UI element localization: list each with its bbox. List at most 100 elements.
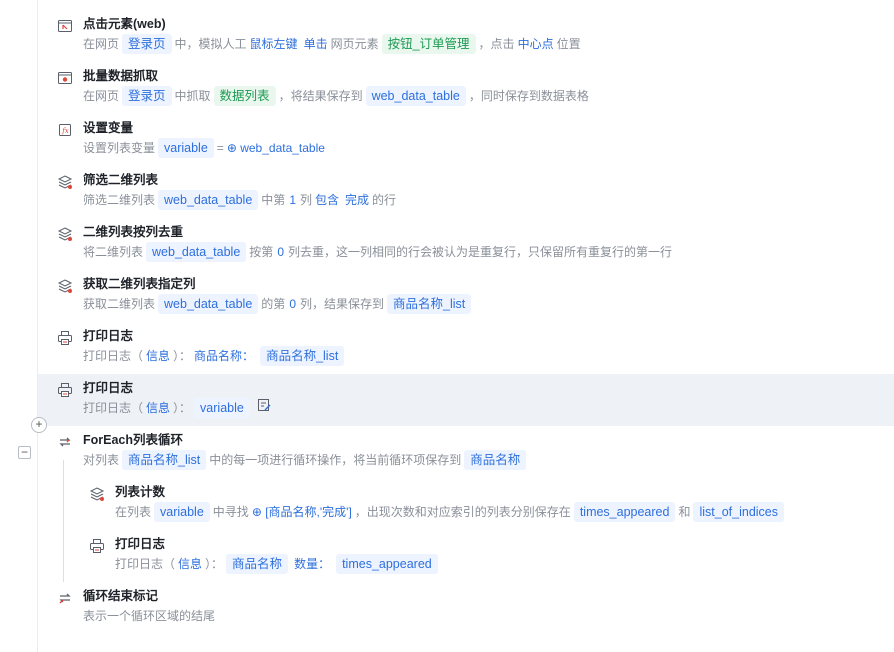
list-dedupe-icon xyxy=(57,226,73,242)
print-log-icon xyxy=(57,382,73,398)
param-keyword[interactable]: 信息 xyxy=(146,398,170,418)
step-title: 列表计数 xyxy=(115,485,166,499)
desc-text: 对列表 xyxy=(83,453,120,467)
variable-tag[interactable]: list_of_indices xyxy=(693,502,784,522)
flow-step[interactable]: ForEach列表循环 对列表 商品名称_list 中的每一项进行循环操作，将当前循环… xyxy=(38,426,894,478)
step-title: 点击元素(web) xyxy=(83,17,166,31)
variable-tag[interactable]: web_data_table xyxy=(146,242,247,262)
flow-step[interactable]: 打印日志打印日志（ 信息）： 商品名称： 商品名称_list xyxy=(38,322,894,374)
variable-tag[interactable]: 商品名称 xyxy=(226,554,289,574)
flow-step[interactable]: 打印日志 打印日志（ 信息）： variable xyxy=(38,374,894,426)
desc-text: 筛选二维列表 xyxy=(83,193,156,207)
variable-tag[interactable]: web_data_table xyxy=(158,294,259,314)
desc-text: 打印日志（ xyxy=(83,349,144,363)
desc-text: 列 xyxy=(300,193,313,207)
desc-text: ，出现次数和对应索引的列表分别保存在 xyxy=(354,505,571,519)
step-title: 获取二维列表指定列 xyxy=(83,277,196,291)
add-step-button[interactable]: + xyxy=(31,417,47,433)
param-number[interactable]: 1 xyxy=(289,190,296,210)
variable-tag[interactable]: web_data_table xyxy=(158,190,259,210)
variable-tag[interactable]: times_appeared xyxy=(336,554,438,574)
expression-icon: ⊕ xyxy=(251,505,266,519)
variable-tag[interactable]: times_appeared xyxy=(573,502,676,522)
list-filter-icon xyxy=(57,174,73,190)
variable-tag[interactable]: 商品名称_list xyxy=(387,294,472,314)
step-description: 在网页 登录页 中抓取 数据列表 ，将结果保存到 web_data_table ，同时保存到… xyxy=(83,86,589,106)
param-number[interactable]: 0 xyxy=(289,294,296,314)
desc-text: 位置 xyxy=(556,37,581,51)
desc-text: 中寻找 xyxy=(212,505,249,519)
flow-step[interactable]: 打印日志 打印日志（ 信息）： 商品名称 数量： times_appeared xyxy=(38,530,894,582)
desc-text: ，同时保存到数据表格 xyxy=(468,89,589,103)
param-keyword[interactable]: 中心点 xyxy=(518,34,554,54)
desc-text: 按第 xyxy=(249,245,274,259)
step-description: 打印日志（ 信息）： 商品名称 数量： times_appeared xyxy=(115,554,441,574)
expression-value[interactable]: ⊕ [商品名称,'完成'] xyxy=(252,502,352,522)
print-log-icon xyxy=(57,330,73,346)
step-description: 将二维列表 web_data_table 按第 0 列去重，这一列相同的行会被认为是重复… xyxy=(83,242,672,262)
flow-step[interactable]: 获取二维列表指定列获取二维列表 web_data_table 的第 0 列，结果保存到商… xyxy=(38,270,894,322)
variable-tag[interactable]: variable xyxy=(158,138,214,158)
step-title: 打印日志 xyxy=(83,329,134,343)
foreach-loop-icon xyxy=(57,434,73,450)
step-description: 对列表 商品名称_list 中的每一项进行循环操作，将当前循环项保存到 商品名称 xyxy=(83,450,529,470)
param-keyword[interactable]: 商品名称： xyxy=(194,346,254,366)
desc-text: 将二维列表 xyxy=(83,245,144,259)
step-description: 表示一个循环区域的结尾 xyxy=(83,606,215,626)
desc-text: 在网页 xyxy=(83,89,120,103)
param-number[interactable]: 0 xyxy=(277,242,284,262)
step-title: 打印日志 xyxy=(115,537,166,551)
flow-step[interactable]: 二维列表按列去重 将二维列表 web_data_table 按第 0 列去重，这一列相同的… xyxy=(38,218,894,270)
desc-text: 中第 xyxy=(261,193,286,207)
element-tag[interactable]: 数据列表 xyxy=(213,86,276,106)
desc-text: ）： xyxy=(173,349,192,363)
desc-text: 的第 xyxy=(261,297,286,311)
element-tag[interactable]: 按钮_订单管理 xyxy=(381,34,476,54)
expression-value[interactable]: ⊕ web_data_table xyxy=(227,138,325,158)
edit-icon[interactable] xyxy=(257,398,271,418)
param-keyword[interactable]: 单击 xyxy=(304,34,328,54)
flow-step[interactable]: 批量数据抓取 在网页 登录页 中抓取 数据列表 ，将结果保存到 web_data_table… xyxy=(38,62,894,114)
desc-text: ，点击 xyxy=(478,37,515,51)
desc-text: 打印日志（ xyxy=(83,401,144,415)
step-title: 打印日志 xyxy=(83,381,134,395)
step-title: 设置变量 xyxy=(83,121,134,135)
variable-tag[interactable]: 商品名称 xyxy=(464,450,527,470)
step-description: 打印日志（ 信息）： 商品名称： 商品名称_list xyxy=(83,346,347,366)
param-keyword[interactable]: 数量： xyxy=(294,554,330,574)
expression-text: web_data_table xyxy=(240,141,325,155)
param-keyword[interactable]: 包含 xyxy=(315,190,339,210)
param-keyword[interactable]: 信息 xyxy=(178,554,202,574)
step-description: 获取二维列表 web_data_table 的第 0 列，结果保存到 商品名称_list xyxy=(83,294,474,314)
variable-tag[interactable]: 商品名称_list xyxy=(122,450,207,470)
desc-text: ，将结果保存到 xyxy=(278,89,363,103)
param-keyword[interactable]: 鼠标左键 xyxy=(250,34,298,54)
variable-tag[interactable]: variable xyxy=(154,502,210,522)
step-description: 设置列表变量 variable = ⊕ web_data_table xyxy=(83,138,328,158)
desc-text: 表示一个循环区域的结尾 xyxy=(83,609,216,623)
flow-step[interactable]: fx 设置变量 设置列表变量 variable = ⊕ web_data_table xyxy=(38,114,894,166)
step-title: ForEach列表循环 xyxy=(83,433,184,447)
desc-text: 网页元素 xyxy=(330,37,379,51)
flow-step[interactable]: 列表计数 在列表 variable 中寻找 ⊕ [商品名称,'完成'] ，出现次数和对应索… xyxy=(38,478,894,530)
collapse-loop-button[interactable]: − xyxy=(18,446,31,459)
step-description: 筛选二维列表 web_data_table 中第 1 列包含 完成 的行 xyxy=(83,190,396,210)
variable-tag[interactable]: 商品名称_list xyxy=(260,346,345,366)
step-description: 在网页 登录页 中，模拟人工 鼠标左键 单击 网页元素 按钮_订单管理 ，点击 中心点 位置 xyxy=(83,34,581,54)
desc-text: 中抓取 xyxy=(174,89,211,103)
param-keyword[interactable]: 完成 xyxy=(345,190,369,210)
flow-step[interactable]: 循环结束标记表示一个循环区域的结尾 xyxy=(38,582,894,634)
desc-text: 中的每一项进行循环操作，将当前循环项保存到 xyxy=(209,453,462,467)
desc-text: = xyxy=(216,141,224,155)
variable-tag[interactable]: variable xyxy=(194,398,250,418)
step-title: 循环结束标记 xyxy=(83,589,159,603)
variable-tag[interactable]: web_data_table xyxy=(365,86,466,106)
variable-tag[interactable]: 登录页 xyxy=(122,34,172,54)
param-keyword[interactable]: 信息 xyxy=(146,346,170,366)
loop-end-icon xyxy=(57,590,73,606)
flow-step[interactable]: 点击元素(web) 在网页 登录页 中，模拟人工 鼠标左键 单击 网页元素 按钮_订单管理 ，点… xyxy=(38,10,894,62)
desc-text: 中，模拟人工 xyxy=(174,37,247,51)
desc-text: ）： xyxy=(205,557,224,571)
variable-tag[interactable]: 登录页 xyxy=(122,86,172,106)
flow-step[interactable]: 筛选二维列表 筛选二维列表 web_data_table 中第 1 列包含 完成 的行 xyxy=(38,166,894,218)
